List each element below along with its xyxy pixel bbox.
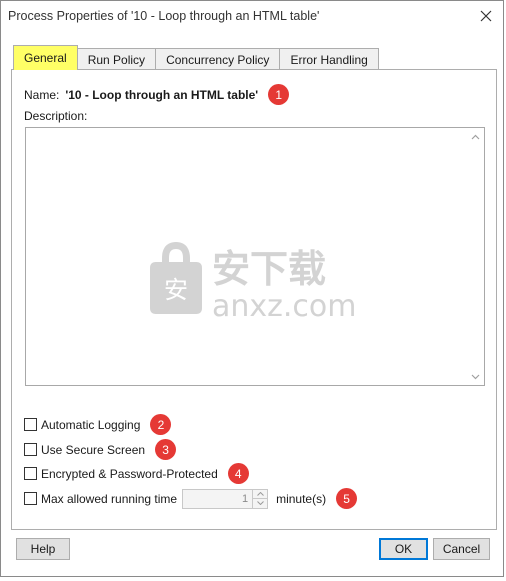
dialog-title: Process Properties of '10 - Loop through…	[8, 9, 320, 23]
watermark: 安 安下载 anxz.com	[144, 236, 374, 336]
ok-button[interactable]: OK	[379, 538, 428, 560]
annotation-badge-2: 2	[150, 414, 172, 435]
use-secure-screen-label[interactable]: Use Secure Screen	[41, 443, 145, 457]
cancel-button[interactable]: Cancel	[433, 538, 490, 560]
annotation-badge-4: 4	[227, 463, 249, 484]
watermark-en-text: anxz.com	[212, 289, 357, 324]
process-properties-dialog: Process Properties of '10 - Loop through…	[0, 0, 504, 577]
tab-strip: General Run Policy Concurrency Policy Er…	[13, 45, 379, 70]
encrypted-option[interactable]: Encrypted & Password-Protected 4	[24, 463, 249, 484]
scroll-down-icon[interactable]	[468, 369, 483, 384]
max-running-time-value[interactable]: 1	[183, 490, 252, 508]
name-row: Name: '10 - Loop through an HTML table' …	[24, 84, 290, 105]
watermark-shield-icon: 安	[150, 242, 202, 314]
close-icon[interactable]	[475, 5, 497, 27]
stepper-up-icon[interactable]	[253, 490, 267, 499]
annotation-badge-1: 1	[268, 84, 290, 105]
automatic-logging-label[interactable]: Automatic Logging	[41, 418, 140, 432]
max-running-time-stepper[interactable]: 1	[182, 488, 269, 509]
max-running-time-label[interactable]: Max allowed running time	[41, 492, 177, 506]
title-bar[interactable]: Process Properties of '10 - Loop through…	[1, 1, 503, 31]
general-tab-panel: Name: '10 - Loop through an HTML table' …	[11, 69, 497, 530]
annotation-badge-3: 3	[155, 439, 177, 460]
automatic-logging-checkbox[interactable]	[24, 418, 37, 431]
encrypted-checkbox[interactable]	[24, 467, 37, 480]
name-label: Name:	[24, 87, 60, 102]
tab-general[interactable]: General	[13, 45, 78, 70]
description-scrollbar[interactable]	[468, 129, 483, 384]
scroll-up-icon[interactable]	[468, 129, 483, 144]
description-label: Description:	[24, 109, 88, 123]
watermark-shield-text: 安	[164, 276, 188, 304]
annotation-badge-5: 5	[336, 488, 358, 509]
description-textarea[interactable]: 安 安下载 anxz.com	[25, 127, 485, 386]
help-button[interactable]: Help	[16, 538, 70, 560]
use-secure-screen-checkbox[interactable]	[24, 443, 37, 456]
max-running-time-option[interactable]: Max allowed running time 1 minute(s) 5	[24, 488, 358, 509]
name-value: '10 - Loop through an HTML table'	[65, 87, 259, 102]
watermark-cn-text: 安下载	[212, 247, 326, 291]
max-running-time-checkbox[interactable]	[24, 492, 37, 505]
encrypted-label[interactable]: Encrypted & Password-Protected	[41, 467, 218, 481]
automatic-logging-option[interactable]: Automatic Logging 2	[24, 414, 172, 435]
tab-concurrency-policy[interactable]: Concurrency Policy	[155, 48, 281, 70]
tab-run-policy[interactable]: Run Policy	[76, 48, 157, 70]
tab-error-handling[interactable]: Error Handling	[279, 48, 379, 70]
max-running-time-unit: minute(s)	[276, 491, 327, 506]
use-secure-screen-option[interactable]: Use Secure Screen 3	[24, 439, 177, 460]
stepper-down-icon[interactable]	[253, 498, 268, 508]
